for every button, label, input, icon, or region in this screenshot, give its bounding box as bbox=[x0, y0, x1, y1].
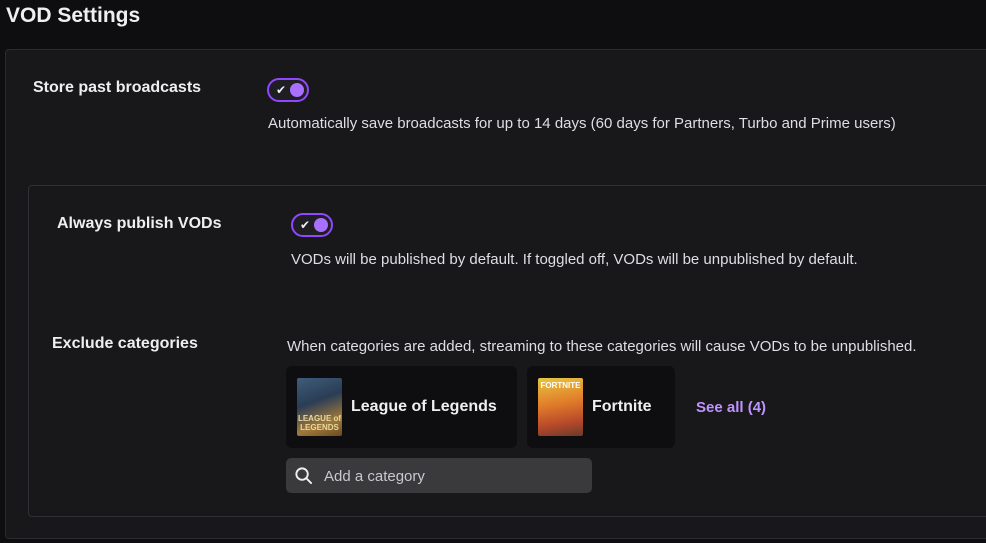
see-all-link[interactable]: See all (4) bbox=[696, 399, 766, 416]
always-publish-vods-toggle[interactable]: ✔ bbox=[291, 213, 333, 237]
category-name: Fortnite bbox=[592, 398, 652, 415]
exclude-categories-description: When categories are added, streaming to … bbox=[287, 338, 917, 355]
always-publish-vods-label: Always publish VODs bbox=[57, 215, 222, 232]
category-card[interactable]: LEAGUE of LEGENDS League of Legends bbox=[286, 366, 517, 448]
page-title: VOD Settings bbox=[6, 4, 141, 27]
always-publish-vods-description: VODs will be published by default. If to… bbox=[291, 251, 858, 268]
toggle-knob bbox=[290, 83, 304, 97]
category-box-art: FORTNITE bbox=[538, 378, 583, 436]
store-past-broadcasts-toggle[interactable]: ✔ bbox=[267, 78, 309, 102]
category-art-text: FORTNITE bbox=[540, 381, 581, 390]
check-icon: ✔ bbox=[300, 218, 311, 232]
store-past-broadcasts-label: Store past broadcasts bbox=[33, 79, 202, 96]
category-name: League of Legends bbox=[351, 398, 497, 415]
search-icon bbox=[295, 467, 313, 485]
add-category-search[interactable] bbox=[286, 458, 592, 495]
exclude-categories-label: Exclude categories bbox=[52, 335, 198, 352]
category-box-art: LEAGUE of LEGENDS bbox=[297, 378, 342, 436]
category-art-text: LEAGUE of LEGENDS bbox=[297, 414, 342, 432]
check-icon: ✔ bbox=[276, 83, 287, 97]
add-category-input[interactable] bbox=[322, 458, 586, 495]
category-card[interactable]: FORTNITE Fortnite bbox=[527, 366, 675, 448]
toggle-knob bbox=[314, 218, 328, 232]
store-past-broadcasts-description: Automatically save broadcasts for up to … bbox=[268, 115, 896, 132]
